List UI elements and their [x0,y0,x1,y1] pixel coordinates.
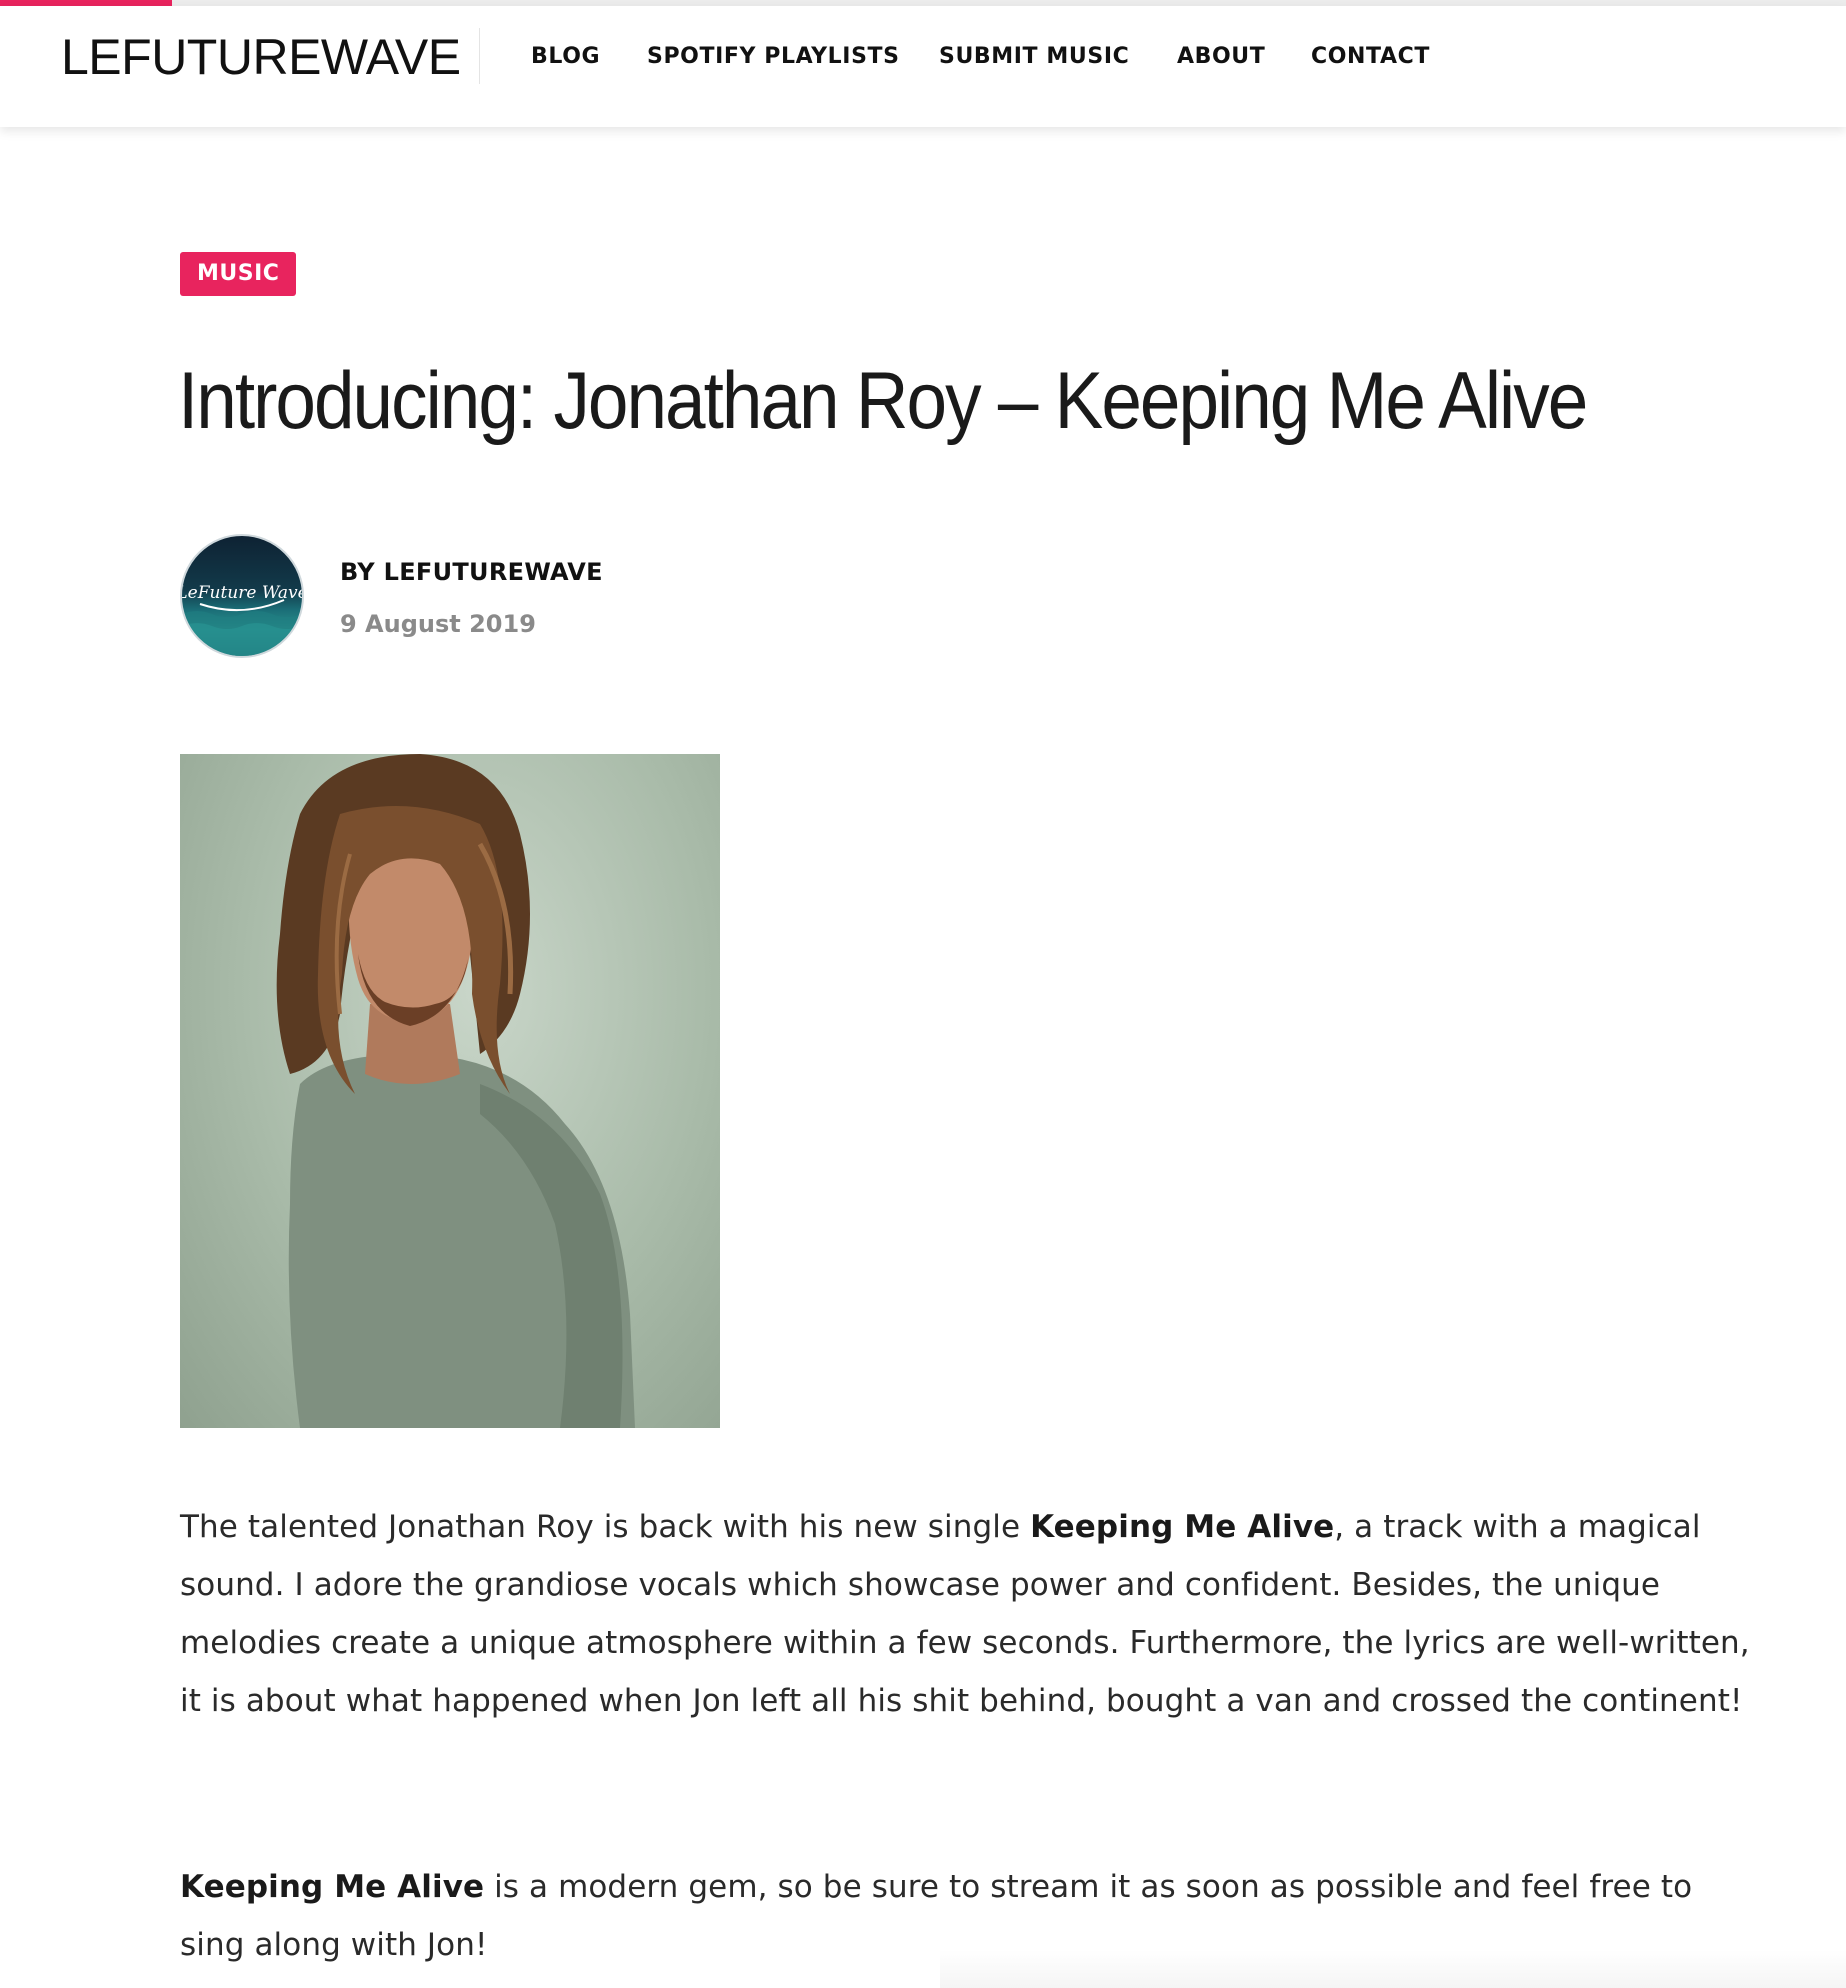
avatar-logo-text: LeFuture Wave [182,583,302,603]
paragraph-2-song-title: Keeping Me Alive [180,1869,485,1905]
category-badge[interactable]: MUSIC [180,252,297,296]
paragraph-1-intro: The talented Jonathan Roy is back with h… [180,1509,1031,1545]
post-author[interactable]: BY LEFUTUREWAVE [340,558,603,586]
nav-submit-music[interactable]: SUBMIT MUSIC [939,44,1129,69]
nav-spotify-playlists[interactable]: SPOTIFY PLAYLISTS [647,44,900,69]
post-paragraph-1: The talented Jonathan Roy is back with h… [180,1498,1760,1730]
header-divider [479,28,480,84]
post-title: Introducing: Jonathan Roy – Keeping Me A… [178,356,1588,446]
artist-photo[interactable] [180,754,720,1428]
paragraph-1-song-title: Keeping Me Alive [1030,1509,1335,1545]
post-date: 9 August 2019 [340,610,536,638]
author-avatar[interactable]: LeFuture Wave [180,534,304,658]
post-paragraph-2: Keeping Me Alive is a modern gem, so be … [180,1858,1760,1974]
site-logo[interactable]: LEFUTUREWAVE [61,28,461,86]
nav-blog[interactable]: BLOG [531,44,600,69]
site-header: LEFUTUREWAVE BLOG SPOTIFY PLAYLISTS SUBM… [0,6,1846,127]
nav-contact[interactable]: CONTACT [1311,44,1430,69]
wave-logo-icon: LeFuture Wave [182,583,302,656]
artist-portrait-image [276,754,635,1428]
nav-about[interactable]: ABOUT [1177,44,1265,69]
